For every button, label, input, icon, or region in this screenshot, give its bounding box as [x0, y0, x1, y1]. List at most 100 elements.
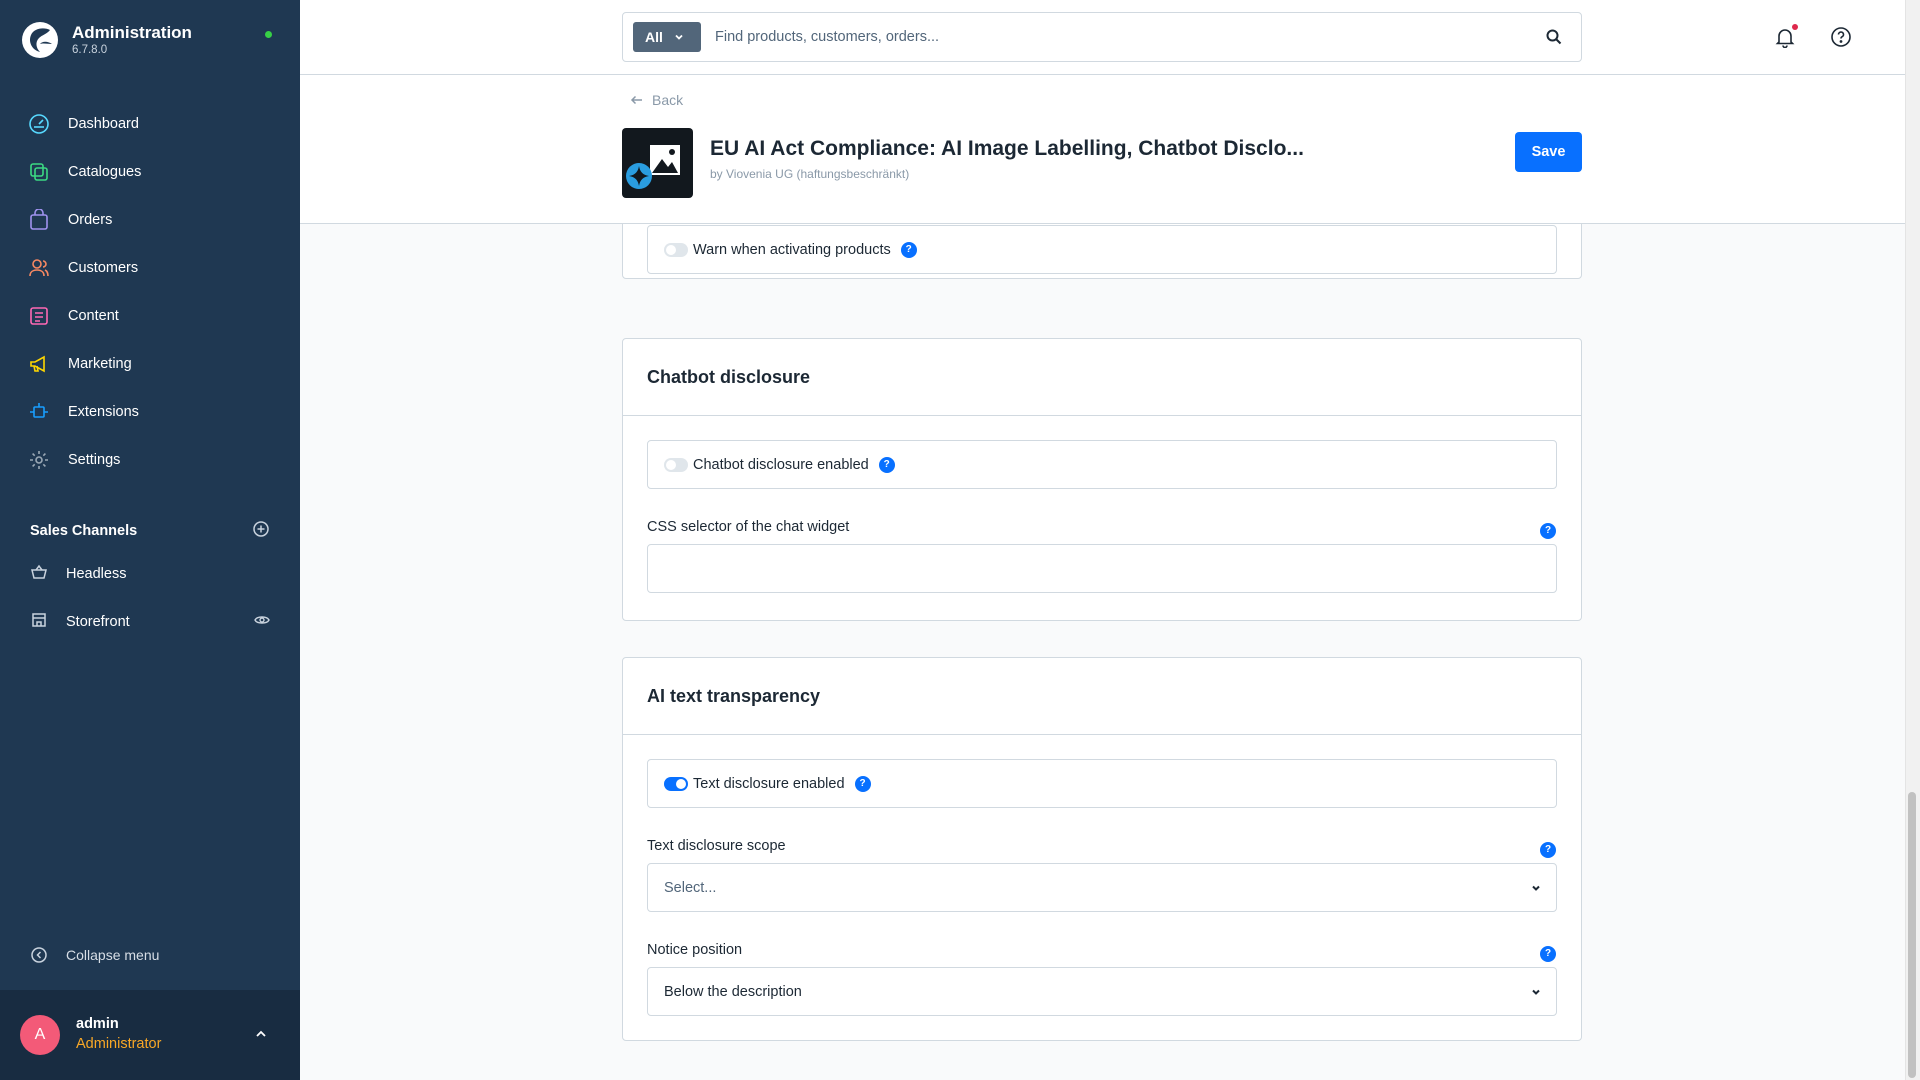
- sales-channels-title: Sales Channels: [30, 523, 138, 539]
- search-input[interactable]: [715, 23, 1515, 51]
- chatbot-disclosure-switch[interactable]: [664, 457, 688, 472]
- page-title: EU AI Act Compliance: AI Image Labelling…: [710, 137, 1304, 160]
- chevron-down-icon: [1532, 989, 1540, 995]
- text-disclosure-field: Text disclosure enabled ?: [647, 759, 1557, 808]
- card-title: Chatbot disclosure: [623, 339, 1581, 416]
- page-scrollbar-thumb[interactable]: [1908, 792, 1916, 1078]
- top-bar: All: [300, 0, 1905, 75]
- user-role: Administrator: [76, 1036, 162, 1052]
- help-tooltip-icon[interactable]: ?: [854, 775, 871, 792]
- warn-activating-products-switch[interactable]: [664, 242, 688, 257]
- nav-item-dashboard[interactable]: Dashboard: [0, 100, 300, 148]
- chevron-down-icon: [675, 34, 683, 40]
- nav-item-content[interactable]: Content: [0, 292, 300, 340]
- help-circle-icon: [1831, 27, 1851, 47]
- css-selector-input[interactable]: [647, 544, 1557, 593]
- save-button[interactable]: Save: [1515, 132, 1582, 172]
- help-tooltip-icon[interactable]: ?: [1540, 945, 1556, 962]
- search-button[interactable]: [1545, 28, 1563, 51]
- search-type-dropdown[interactable]: All: [633, 22, 701, 52]
- sales-channel-list: Headless Storefront: [0, 550, 300, 646]
- help-button[interactable]: [1830, 26, 1852, 53]
- css-selector-help: ?: [1540, 520, 1556, 539]
- basket-icon: [31, 564, 47, 579]
- customers-icon: [29, 259, 49, 277]
- nav-item-extensions[interactable]: Extensions: [0, 388, 300, 436]
- card-title: AI text transparency: [623, 658, 1581, 735]
- global-search: All: [622, 12, 1582, 62]
- sales-channel-headless[interactable]: Headless: [0, 550, 300, 598]
- chevron-down-icon: [1532, 885, 1540, 891]
- select-value: Select...: [664, 879, 717, 896]
- nav-item-label: Extensions: [68, 404, 139, 420]
- online-status-icon: [265, 31, 272, 38]
- text-disclosure-scope-select[interactable]: Select...: [647, 863, 1557, 912]
- ai-text-transparency-card: AI text transparency Text disclosure ena…: [622, 657, 1582, 1041]
- add-sales-channel-button[interactable]: [252, 520, 270, 543]
- brand[interactable]: Administration 6.7.8.0: [22, 22, 192, 58]
- chatbot-disclosure-card: Chatbot disclosure Chatbot disclosure en…: [622, 338, 1582, 621]
- sales-channel-storefront[interactable]: Storefront: [0, 598, 300, 646]
- plugin-author: by Viovenia UG (haftungsbeschränkt): [710, 167, 910, 181]
- notice-position-help: ?: [1540, 943, 1556, 962]
- notification-badge: [1792, 24, 1798, 30]
- extensions-icon: [30, 403, 48, 418]
- config-content: Warn when activating products ? Chatbot …: [300, 224, 1905, 1080]
- sales-channel-label: Headless: [66, 566, 127, 582]
- toggle-label: Chatbot disclosure enabled: [693, 456, 869, 473]
- text-disclosure-scope-label: Text disclosure scope: [647, 838, 786, 854]
- sales-channels-header: Sales Channels: [30, 520, 270, 542]
- search-icon: [1546, 29, 1562, 45]
- text-disclosure-scope-help: ?: [1540, 839, 1556, 858]
- search-type-label: All: [645, 29, 663, 45]
- app-title: Administration: [72, 23, 192, 42]
- sidebar: Administration 6.7.8.0 Dashboard Catalog…: [0, 0, 300, 1080]
- storefront-icon: [32, 613, 46, 627]
- help-tooltip-icon[interactable]: ?: [900, 241, 917, 258]
- user-menu[interactable]: A admin Administrator: [0, 990, 300, 1080]
- nav-item-label: Content: [68, 308, 119, 324]
- nav-item-label: Marketing: [68, 356, 132, 372]
- select-value: Below the description: [664, 983, 802, 1000]
- nav-item-marketing[interactable]: Marketing: [0, 340, 300, 388]
- view-storefront-button[interactable]: [254, 612, 270, 632]
- toggle-label: Text disclosure enabled: [693, 775, 845, 792]
- chevron-left-circle-icon: [31, 947, 47, 963]
- nav-item-label: Customers: [68, 260, 139, 276]
- nav-item-orders[interactable]: Orders: [0, 196, 300, 244]
- nav-item-label: Catalogues: [68, 164, 142, 180]
- eye-icon: [254, 616, 270, 624]
- help-tooltip-icon[interactable]: ?: [1540, 522, 1556, 539]
- warn-activating-products-field: Warn when activating products ?: [647, 225, 1557, 274]
- help-tooltip-icon[interactable]: ?: [1540, 841, 1556, 858]
- plugin-icon: [622, 128, 693, 198]
- shopware-logo-icon: [22, 22, 58, 58]
- notice-position-select[interactable]: Below the description: [647, 967, 1557, 1016]
- orders-icon: [30, 209, 48, 230]
- help-tooltip-icon[interactable]: ?: [878, 456, 895, 473]
- smart-bar: Back EU AI Act Compliance: AI Image Labe…: [300, 75, 1905, 224]
- ai-image-icon: [626, 145, 680, 189]
- arrow-left-icon: [630, 95, 642, 105]
- user-name: admin: [76, 1016, 119, 1032]
- chatbot-disclosure-field: Chatbot disclosure enabled ?: [647, 440, 1557, 489]
- sales-channel-label: Storefront: [66, 614, 130, 630]
- collapse-menu-button[interactable]: Collapse menu: [30, 946, 159, 964]
- nav-item-label: Orders: [68, 212, 113, 228]
- catalogue-icon: [30, 163, 48, 181]
- nav-item-settings[interactable]: Settings: [0, 436, 300, 484]
- toggle-label: Warn when activating products: [693, 241, 891, 258]
- user-menu-toggle[interactable]: [253, 1026, 269, 1047]
- chevron-up-icon: [256, 1030, 266, 1037]
- text-disclosure-switch[interactable]: [664, 776, 688, 791]
- back-link[interactable]: Back: [630, 92, 683, 108]
- nav-item-customers[interactable]: Customers: [0, 244, 300, 292]
- dashboard-icon: [29, 114, 49, 134]
- nav-item-label: Dashboard: [68, 116, 139, 132]
- nav-item-catalogues[interactable]: Catalogues: [0, 148, 300, 196]
- notice-position-label: Notice position: [647, 942, 743, 958]
- main-nav: Dashboard Catalogues Orders Customers Co…: [0, 100, 300, 484]
- notifications-button[interactable]: [1774, 26, 1796, 53]
- marketing-icon: [30, 355, 45, 373]
- collapse-menu-label: Collapse menu: [66, 947, 160, 963]
